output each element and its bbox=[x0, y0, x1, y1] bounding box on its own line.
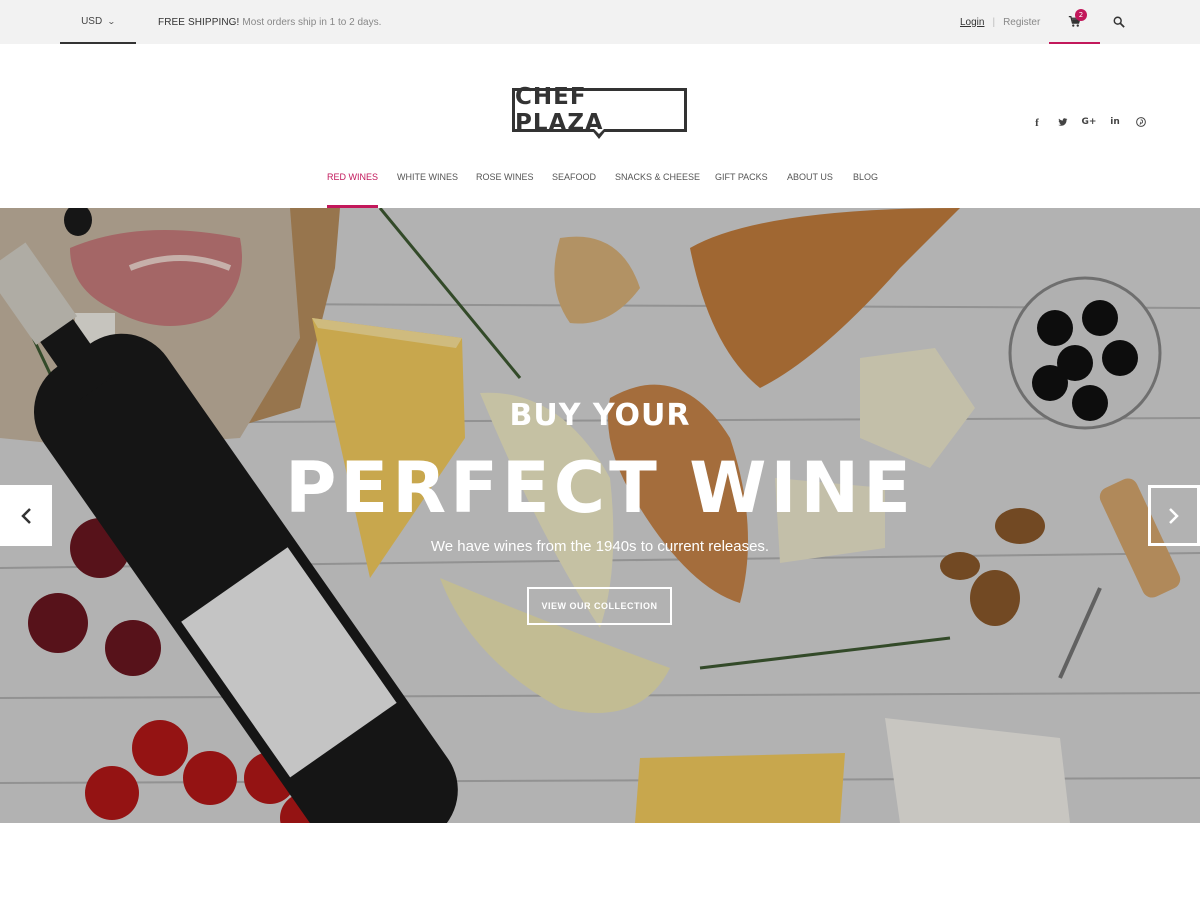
main-nav: RED WINES WHITE WINES ROSE WINES SEAFOOD… bbox=[0, 160, 1200, 208]
facebook-icon[interactable]: f bbox=[1024, 117, 1050, 129]
currency-label: USD bbox=[81, 15, 103, 27]
hero-title: PERFECT WINE bbox=[285, 447, 915, 529]
nav-item-snacks-cheese[interactable]: SNACKS & CHEESE bbox=[615, 172, 700, 208]
login-link[interactable]: Login bbox=[960, 17, 984, 28]
logo-notch-inner bbox=[594, 129, 604, 134]
register-link[interactable]: Register bbox=[1003, 17, 1040, 28]
top-bar: USD ⌄ FREE SHIPPING! Most orders ship in… bbox=[0, 0, 1200, 44]
nav-item-red-wines[interactable]: RED WINES bbox=[327, 172, 379, 208]
view-collection-button[interactable]: VIEW OUR COLLECTION bbox=[527, 587, 672, 625]
nav-item-about-us[interactable]: ABOUT US bbox=[787, 172, 833, 208]
nav-item-gift-packs[interactable]: GIFT PACKS bbox=[715, 172, 768, 208]
cart-button[interactable]: 2 bbox=[1049, 0, 1100, 44]
nav-item-blog[interactable]: BLOG bbox=[853, 172, 878, 208]
social-links: f G+ in bbox=[1024, 117, 1154, 129]
hero-slider: BUY YOUR PERFECT WINE We have wines from… bbox=[0, 208, 1200, 823]
search-icon bbox=[1113, 16, 1125, 28]
hero-subtitle: BUY YOUR bbox=[509, 398, 691, 433]
slider-prev-button[interactable] bbox=[0, 485, 52, 546]
shipping-text: Most orders ship in 1 to 2 days. bbox=[242, 16, 382, 28]
linkedin-icon[interactable]: in bbox=[1102, 117, 1128, 129]
chevron-left-icon bbox=[21, 507, 31, 524]
slider-next-button[interactable] bbox=[1148, 485, 1200, 546]
site-logo[interactable]: CHEF PLAZA bbox=[512, 84, 687, 136]
hero-description: We have wines from the 1940s to current … bbox=[430, 538, 770, 555]
shipping-highlight: FREE SHIPPING! bbox=[158, 16, 240, 28]
currency-selector[interactable]: USD ⌄ bbox=[60, 0, 136, 44]
nav-item-rose-wines[interactable]: ROSE WINES bbox=[476, 172, 534, 208]
pinterest-icon[interactable] bbox=[1128, 117, 1154, 129]
account-links: Login | Register bbox=[960, 0, 1040, 44]
twitter-icon[interactable] bbox=[1050, 117, 1076, 129]
search-button[interactable] bbox=[1110, 12, 1128, 32]
chevron-down-icon: ⌄ bbox=[107, 16, 116, 26]
nav-item-white-wines[interactable]: WHITE WINES bbox=[397, 172, 458, 208]
google-plus-icon[interactable]: G+ bbox=[1076, 117, 1102, 129]
nav-item-seafood[interactable]: SEAFOOD bbox=[552, 172, 596, 208]
shipping-notice: FREE SHIPPING! Most orders ship in 1 to … bbox=[158, 0, 381, 44]
account-separator: | bbox=[992, 16, 996, 28]
cart-count-badge: 2 bbox=[1075, 9, 1087, 21]
chevron-right-icon bbox=[1169, 507, 1179, 524]
